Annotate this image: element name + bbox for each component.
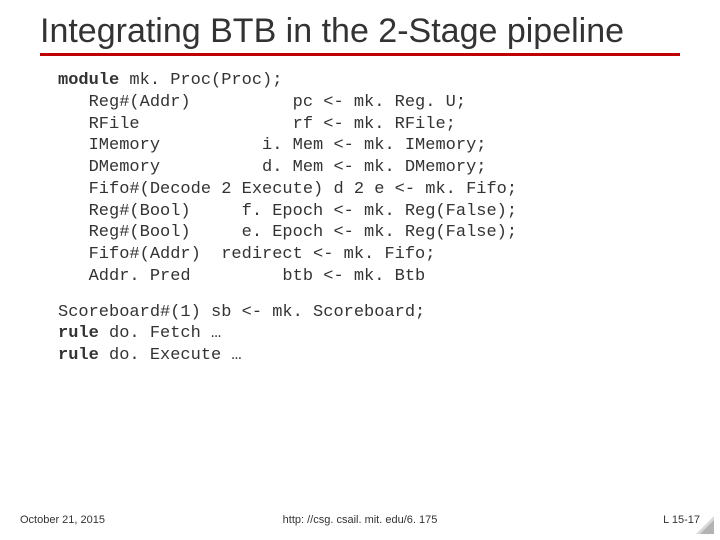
slide-title: Integrating BTB in the 2-Stage pipeline [40, 12, 680, 51]
keyword-rule-2: rule [58, 346, 99, 365]
keyword-module: module [58, 71, 119, 90]
footer-url: http: //csg. csail. mit. edu/6. 175 [160, 514, 560, 526]
title-underline [40, 53, 680, 56]
code-line-8: Reg#(Bool) e. Epoch <- mk. Reg(False); [58, 223, 517, 242]
code-line-b2-1: Scoreboard#(1) sb <- mk. Scoreboard; [58, 303, 425, 322]
code-block-1: module mk. Proc(Proc); Reg#(Addr) pc <- … [40, 70, 680, 288]
footer-page: L 15-17 [560, 514, 700, 526]
code-line-6: Fifo#(Decode 2 Execute) d 2 e <- mk. Fif… [58, 180, 517, 199]
code-line-5: DMemory d. Mem <- mk. DMemory; [58, 158, 486, 177]
code-line-3: RFile rf <- mk. RFile; [58, 115, 456, 134]
code-line-2: Reg#(Addr) pc <- mk. Reg. U; [58, 93, 466, 112]
keyword-rule-1: rule [58, 324, 99, 343]
code-line-7: Reg#(Bool) f. Epoch <- mk. Reg(False); [58, 202, 517, 221]
footer-date: October 21, 2015 [20, 514, 160, 526]
code-line-10: Addr. Pred btb <- mk. Btb [58, 267, 425, 286]
code-line-1: mk. Proc(Proc); [119, 71, 282, 90]
slide: Integrating BTB in the 2-Stage pipeline … [0, 0, 720, 540]
footer: October 21, 2015 http: //csg. csail. mit… [0, 514, 720, 526]
code-line-b2-3: do. Execute … [99, 346, 242, 365]
page-curl-icon [696, 516, 714, 534]
code-line-b2-2: do. Fetch … [99, 324, 221, 343]
code-block-2: Scoreboard#(1) sb <- mk. Scoreboard; rul… [40, 302, 680, 367]
code-line-9: Fifo#(Addr) redirect <- mk. Fifo; [58, 245, 435, 264]
code-line-4: IMemory i. Mem <- mk. IMemory; [58, 136, 486, 155]
